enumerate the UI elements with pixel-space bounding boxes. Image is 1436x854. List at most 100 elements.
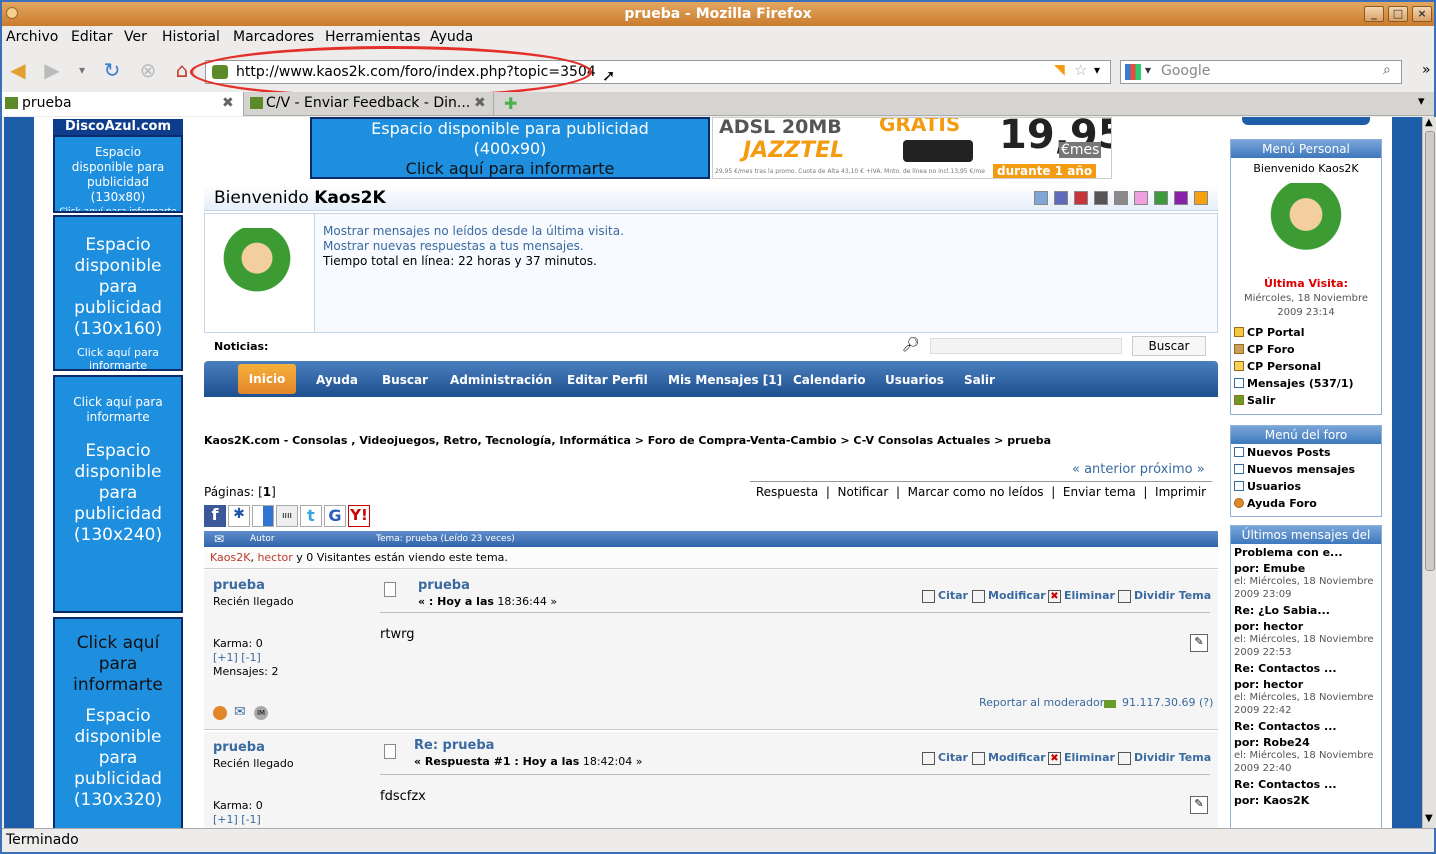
usuarios-link[interactable]: Usuarios	[1231, 478, 1381, 495]
citar-button[interactable]: Citar	[922, 589, 968, 603]
delicious-icon[interactable]	[252, 505, 274, 527]
rss-icon[interactable]: ◥	[1054, 62, 1065, 78]
eliminar-button[interactable]: ✖ Eliminar	[1048, 589, 1115, 603]
ultimos-topic[interactable]: Re: Contactos ...	[1234, 662, 1378, 675]
action-respuesta[interactable]: Respuesta	[756, 485, 818, 499]
ip-address[interactable]: 91.117.30.69 (?)	[1122, 696, 1213, 709]
action-imprimir[interactable]: Imprimir	[1155, 485, 1206, 499]
post-subject[interactable]: prueba	[418, 578, 470, 593]
tab-close-icon[interactable]: ✖	[472, 92, 488, 114]
engine-dropdown-icon[interactable]: ▾	[1145, 63, 1151, 77]
magnifier-icon[interactable]: ⌕	[1383, 62, 1391, 78]
jazztel-banner[interactable]: ADSL 20MB JAZZTEL GRATIS 19,95 €mes 29,9…	[712, 117, 1112, 179]
email-icon[interactable]: ✉	[234, 704, 246, 720]
ultimos-item[interactable]: Problema con e... por: Emube el: Miércoles…	[1234, 546, 1378, 601]
current-page[interactable]: 1	[263, 485, 271, 499]
citar-button[interactable]: Citar	[922, 751, 968, 765]
noticias-search-input[interactable]	[930, 338, 1122, 354]
nav-calendario[interactable]: Calendario	[793, 373, 866, 387]
tab-feedback[interactable]: C/V - Enviar Feedback - Din... ✖	[246, 92, 494, 116]
nav-usuarios[interactable]: Usuarios	[885, 373, 944, 387]
nav-salir[interactable]: Salir	[964, 373, 995, 387]
menu-ayuda[interactable]: Ayuda	[430, 29, 473, 45]
action-enviar[interactable]: Enviar tema	[1063, 485, 1136, 499]
viewer-hector[interactable]: hector	[257, 551, 292, 564]
ad-130x240[interactable]: Click aquí para informarte Espacio dispo…	[53, 375, 183, 613]
ultimos-item[interactable]: Re: Contactos ... por: hector el: Miércole…	[1234, 662, 1378, 717]
search-box[interactable]: ▾ Google ⌕	[1120, 60, 1402, 84]
color-swatch[interactable]	[1114, 191, 1128, 205]
ad-400x90[interactable]: Espacio disponible para publicidad (400x…	[310, 117, 710, 179]
edit-pencil-icon[interactable]: ✎	[1190, 634, 1208, 652]
post-subject[interactable]: Re: prueba	[414, 738, 494, 753]
bookmark-star-icon[interactable]: ☆	[1074, 61, 1087, 79]
karma-links[interactable]: [+1] [-1]	[213, 813, 261, 826]
discoazul-logo[interactable]: DiscoAzul.com	[53, 119, 183, 135]
dividir-tema-button[interactable]: Dividir Tema	[1118, 589, 1211, 603]
cp-foro-link[interactable]: CP Foro	[1231, 341, 1381, 358]
stop-icon[interactable]: ⊗	[136, 58, 160, 82]
back-arrow-icon[interactable]: ◀	[6, 58, 30, 82]
report-moderator-link[interactable]: Reportar al moderador	[979, 696, 1104, 709]
myspace-icon[interactable]: ✱	[228, 505, 250, 527]
new-replies-link[interactable]: Mostrar nuevas respuestas a tus mensajes…	[323, 239, 584, 253]
edit-pencil-icon[interactable]: ✎	[1190, 796, 1208, 814]
nuevos-posts-link[interactable]: Nuevos Posts	[1231, 444, 1381, 461]
post-author[interactable]: prueba	[213, 578, 265, 593]
modificar-button[interactable]: Modificar	[972, 589, 1046, 603]
menu-editar[interactable]: Editar	[71, 29, 112, 45]
post-author[interactable]: prueba	[213, 740, 265, 755]
nav-inicio[interactable]: Inicio	[238, 364, 296, 394]
scroll-thumb[interactable]	[1425, 131, 1435, 571]
ultimos-item[interactable]: Re: Contactos ... por: Kaos2K	[1234, 778, 1378, 807]
nav-buscar[interactable]: Buscar	[382, 373, 428, 387]
color-swatch[interactable]	[1194, 191, 1208, 205]
vertical-scrollbar[interactable]: ▲ ▼	[1422, 117, 1436, 828]
scroll-up-icon[interactable]: ▲	[1425, 117, 1433, 128]
scroll-down-icon[interactable]: ▼	[1425, 813, 1433, 824]
forward-arrow-icon[interactable]: ▶	[40, 58, 64, 82]
ultimos-item[interactable]: Re: ¿Lo Sabia... por: hector el: Miércoles…	[1234, 604, 1378, 659]
color-swatch[interactable]	[1174, 191, 1188, 205]
color-swatch[interactable]	[1074, 191, 1088, 205]
new-tab-icon[interactable]: ✚	[504, 94, 517, 113]
nav-ayuda[interactable]: Ayuda	[316, 373, 358, 387]
ad-130x160[interactable]: Espacio disponible para publicidad (130x…	[53, 215, 183, 371]
google-engine-icon[interactable]	[1125, 64, 1141, 80]
menu-herramientas[interactable]: Herramientas	[325, 29, 420, 45]
ad-130x320[interactable]: Click aquí para informarte Espacio dispo…	[53, 617, 183, 828]
ultimos-topic[interactable]: Re: Contactos ...	[1234, 720, 1378, 733]
profile-icon[interactable]	[213, 706, 227, 720]
nav-editar-perfil[interactable]: Editar Perfil	[567, 373, 648, 387]
tab-list-icon[interactable]: ▾	[1418, 94, 1425, 109]
cp-portal-link[interactable]: CP Portal	[1231, 324, 1381, 341]
cp-personal-link[interactable]: CP Personal	[1231, 358, 1381, 375]
ultimos-topic[interactable]: Re: Contactos ...	[1234, 778, 1378, 791]
history-dropdown-icon[interactable]: ▾	[70, 58, 94, 82]
color-swatch[interactable]	[1154, 191, 1168, 205]
buscar-button[interactable]: Buscar	[1132, 336, 1206, 356]
reload-icon[interactable]: ↻	[100, 58, 124, 82]
twitter-icon[interactable]: t	[300, 505, 322, 527]
unread-since-last-visit-link[interactable]: Mostrar mensajes no leídos desde la últi…	[323, 224, 624, 238]
ultimos-topic[interactable]: Problema con e...	[1234, 546, 1378, 559]
tab-close-icon[interactable]: ✖	[222, 92, 234, 114]
action-notificar[interactable]: Notificar	[838, 485, 889, 499]
ultimos-topic[interactable]: Re: ¿Lo Sabia...	[1234, 604, 1378, 617]
menu-archivo[interactable]: Archivo	[6, 29, 58, 45]
menu-marcadores[interactable]: Marcadores	[233, 29, 314, 45]
facebook-icon[interactable]: f	[204, 505, 226, 527]
salir-link[interactable]: Salir	[1231, 392, 1381, 409]
modificar-button[interactable]: Modificar	[972, 751, 1046, 765]
mensajes-link[interactable]: Mensajes (537/1)	[1231, 375, 1381, 392]
color-swatch[interactable]	[1094, 191, 1108, 205]
nav-administracion[interactable]: Administración	[450, 373, 552, 387]
action-marcar[interactable]: Marcar como no leídos	[908, 485, 1044, 499]
yahoo-icon[interactable]: Y!	[348, 505, 370, 527]
digg-icon[interactable]: ıııı	[276, 505, 298, 527]
nuevos-mensajes-link[interactable]: Nuevos mensajes	[1231, 461, 1381, 478]
menu-ver[interactable]: Ver	[124, 29, 147, 45]
eliminar-button[interactable]: ✖ Eliminar	[1048, 751, 1115, 765]
menu-historial[interactable]: Historial	[162, 29, 220, 45]
color-swatch[interactable]	[1034, 191, 1048, 205]
